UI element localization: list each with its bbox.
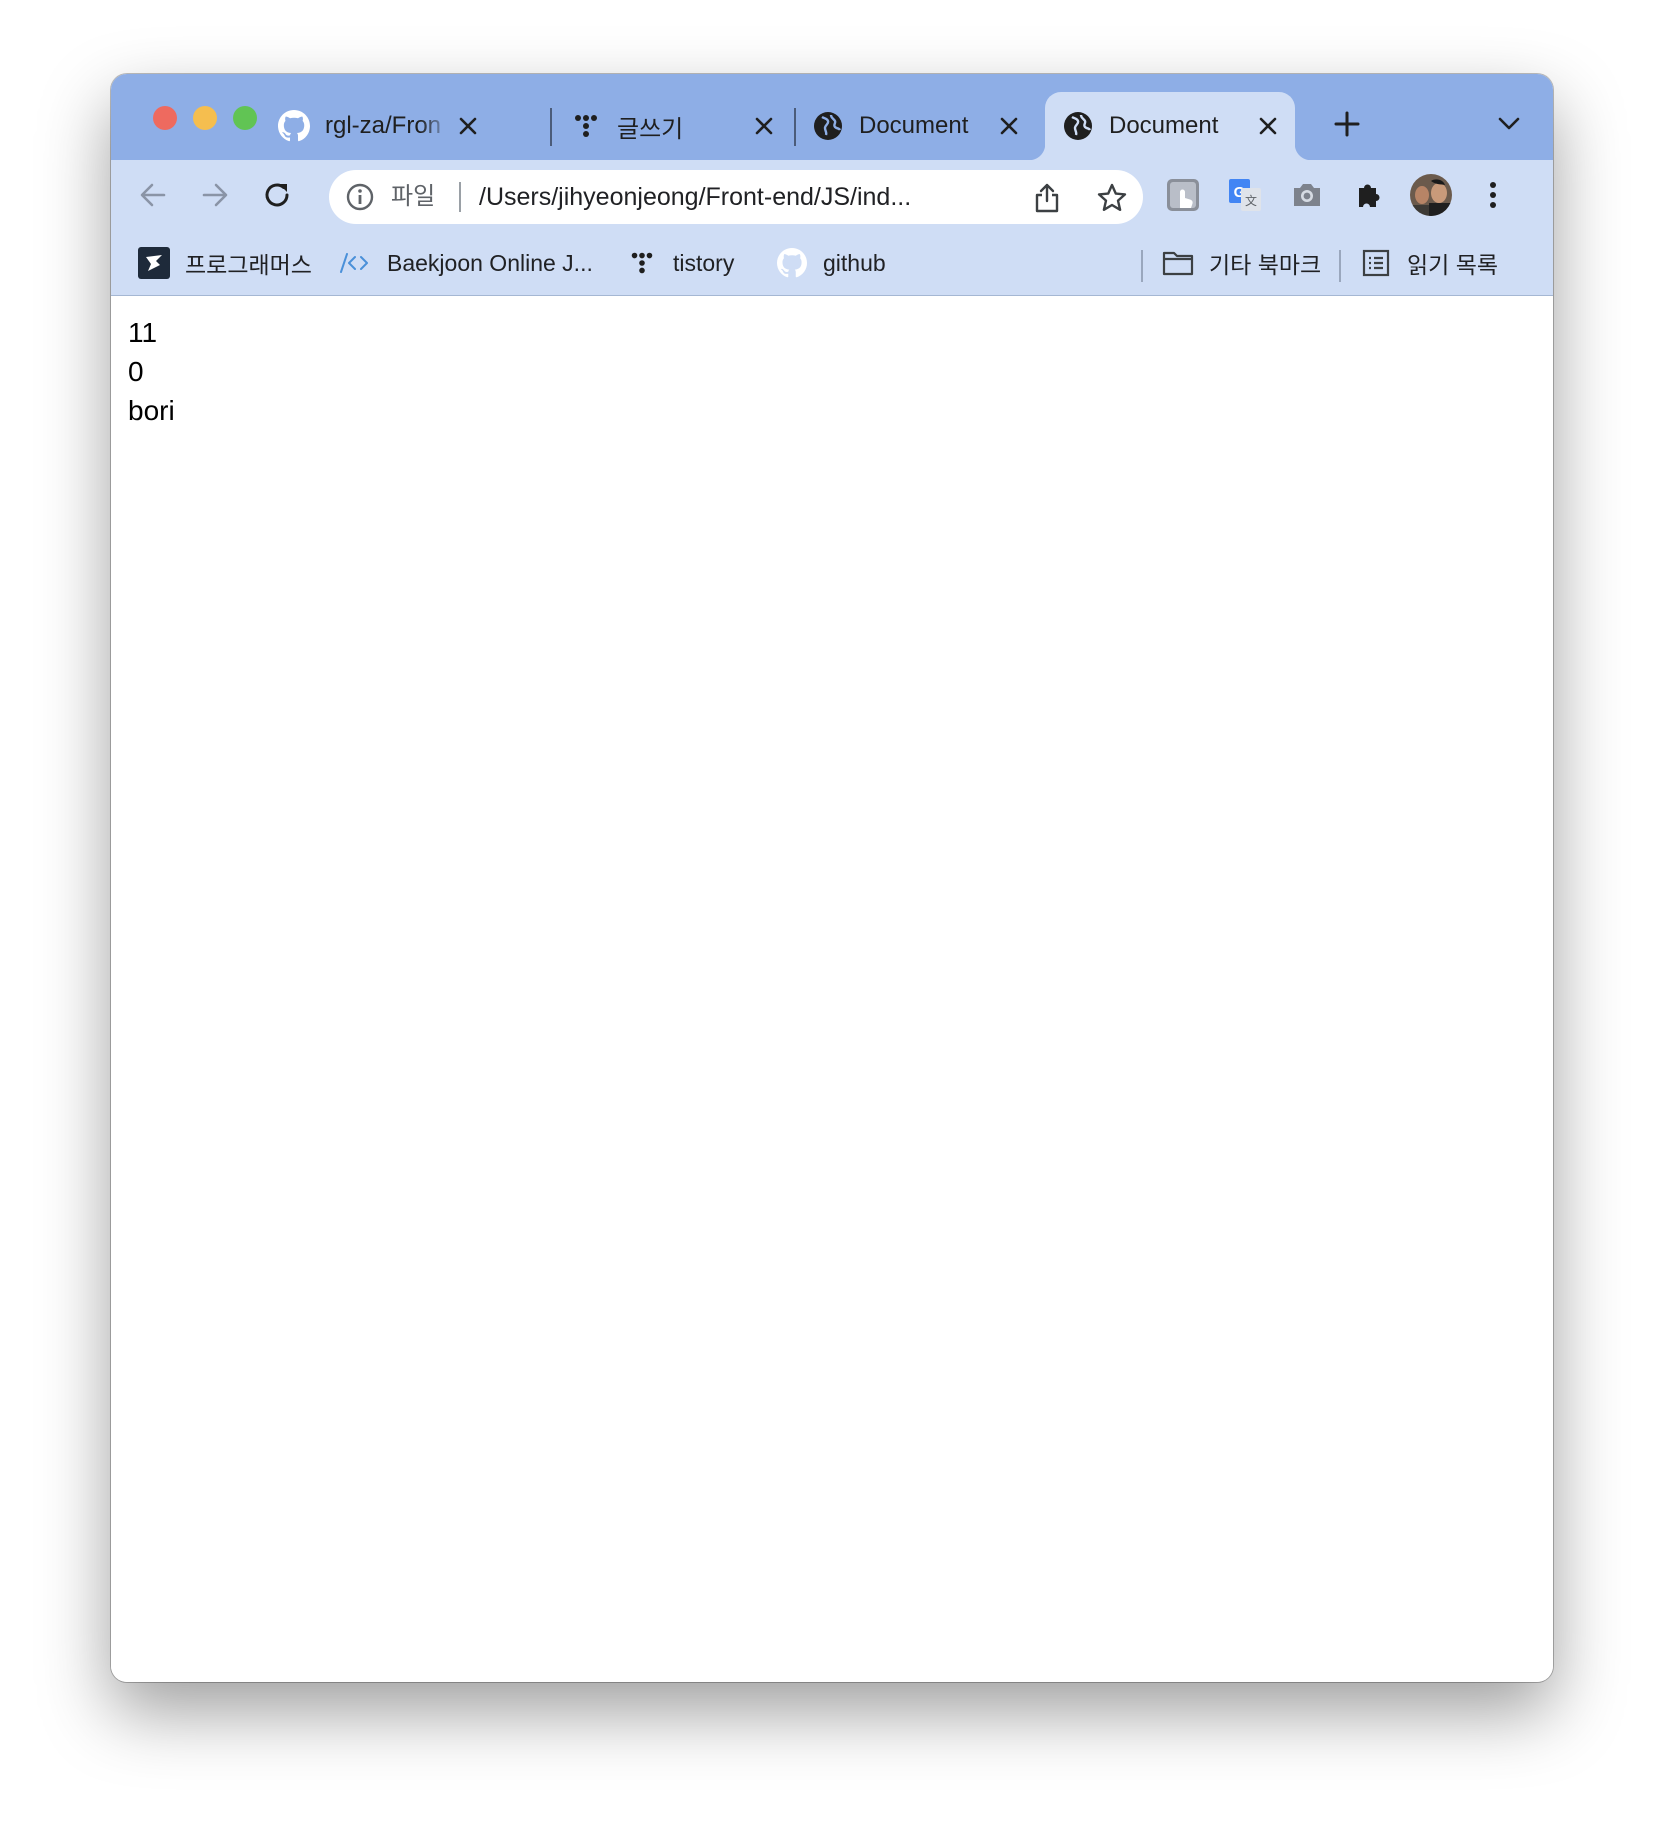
- more-vert-icon: [1490, 182, 1496, 208]
- omnibox-divider: [459, 182, 461, 212]
- plus-icon: [1334, 111, 1360, 137]
- reading-list-icon: [1359, 246, 1393, 280]
- output-line: bori: [128, 395, 175, 426]
- close-tab-icon[interactable]: [451, 109, 485, 143]
- tab-title: rgl-za/Fron: [325, 112, 442, 139]
- bookmark-star-icon[interactable]: [1095, 181, 1129, 215]
- address-bar[interactable]: 파일 /Users/jihyeonjeong/Front-end/JS/ind.…: [329, 170, 1143, 224]
- output-line: 0: [128, 356, 144, 387]
- bookmark-label: tistory: [673, 249, 735, 276]
- close-tab-icon[interactable]: [992, 109, 1026, 143]
- tab-github[interactable]: rgl-za/Fron: [277, 92, 485, 160]
- bookmark-label: 프로그래머스: [185, 252, 312, 278]
- bookmark-programmers[interactable]: 프로그래머스: [137, 243, 312, 283]
- github-icon: [277, 109, 311, 143]
- other-bookmarks-folder[interactable]: 기타 북마크: [1161, 243, 1321, 283]
- back-button[interactable]: [133, 175, 173, 215]
- tab-search-button[interactable]: [1489, 104, 1529, 144]
- bookmarks-separator: [1141, 250, 1143, 282]
- reload-button[interactable]: [257, 175, 297, 215]
- tab-separator: [550, 108, 552, 146]
- tab-strip: rgl-za/Fron 글쓰기 Document Document: [111, 74, 1553, 160]
- url-text[interactable]: /Users/jihyeonjeong/Front-end/JS/ind...: [479, 182, 999, 212]
- tab-tistory-write[interactable]: 글쓰기: [569, 92, 781, 160]
- svg-text:文: 文: [1245, 193, 1257, 208]
- chrome-menu-button[interactable]: [1473, 175, 1513, 215]
- programmers-icon: [137, 246, 171, 280]
- tab-title: 글쓰기: [617, 115, 684, 143]
- bookmark-label: github: [823, 249, 886, 276]
- close-tab-icon[interactable]: [1251, 109, 1285, 143]
- tab-separator: [794, 108, 796, 146]
- reading-list-button[interactable]: 읽기 목록: [1359, 243, 1498, 283]
- globe-icon: [811, 109, 845, 143]
- google-translate-icon[interactable]: G文: [1225, 175, 1265, 215]
- bookmark-github[interactable]: github: [775, 243, 886, 283]
- minimize-window-button[interactable]: [193, 106, 217, 130]
- navigation-toolbar: 파일 /Users/jihyeonjeong/Front-end/JS/ind.…: [111, 160, 1553, 230]
- forward-button[interactable]: [195, 175, 235, 215]
- share-icon[interactable]: [1031, 182, 1063, 214]
- puzzle-icon[interactable]: [1349, 175, 1389, 215]
- new-tab-button[interactable]: [1327, 104, 1367, 144]
- touch-extension-icon[interactable]: [1163, 175, 1203, 215]
- globe-icon: [1061, 109, 1095, 143]
- folder-icon: [1161, 246, 1195, 280]
- bookmark-label: 기타 북마크: [1209, 252, 1322, 278]
- tab-document-active[interactable]: Document: [1029, 92, 1311, 160]
- arrow-right-icon: [202, 183, 228, 207]
- arrow-left-icon: [140, 183, 166, 207]
- tab-title: Document: [859, 112, 969, 139]
- tistory-icon: [569, 109, 603, 143]
- tab-title: Document: [1109, 112, 1219, 139]
- page-content: 11 0 bori: [111, 296, 1553, 1682]
- bookmark-baekjoon[interactable]: Baekjoon Online J...: [339, 243, 593, 283]
- close-window-button[interactable]: [153, 106, 177, 130]
- bookmarks-bar: 프로그래머스 Baekjoon Online J... tistory gith…: [111, 230, 1553, 296]
- avatar[interactable]: [1409, 173, 1453, 217]
- bookmark-label: Baekjoon Online J...: [387, 249, 593, 276]
- close-tab-icon[interactable]: [747, 109, 781, 143]
- output-lines: 11 0 bori: [128, 313, 175, 430]
- scheme-label: 파일: [391, 183, 436, 210]
- github-icon: [775, 246, 809, 280]
- reload-icon: [265, 183, 289, 207]
- info-icon[interactable]: [345, 182, 375, 212]
- bookmarks-separator: [1339, 250, 1341, 282]
- zoom-window-button[interactable]: [233, 106, 257, 130]
- output-line: 11: [128, 317, 158, 348]
- bookmark-label: 읽기 목록: [1407, 252, 1499, 278]
- bookmark-tistory[interactable]: tistory: [625, 243, 734, 283]
- tistory-icon: [625, 246, 659, 280]
- code-icon: [339, 246, 373, 280]
- browser-window: rgl-za/Fron 글쓰기 Document Document 파일 /Us…: [111, 74, 1553, 1682]
- tab-document[interactable]: Document: [811, 92, 1026, 160]
- chevron-down-icon: [1498, 117, 1520, 130]
- camera-extension-icon[interactable]: [1287, 175, 1327, 215]
